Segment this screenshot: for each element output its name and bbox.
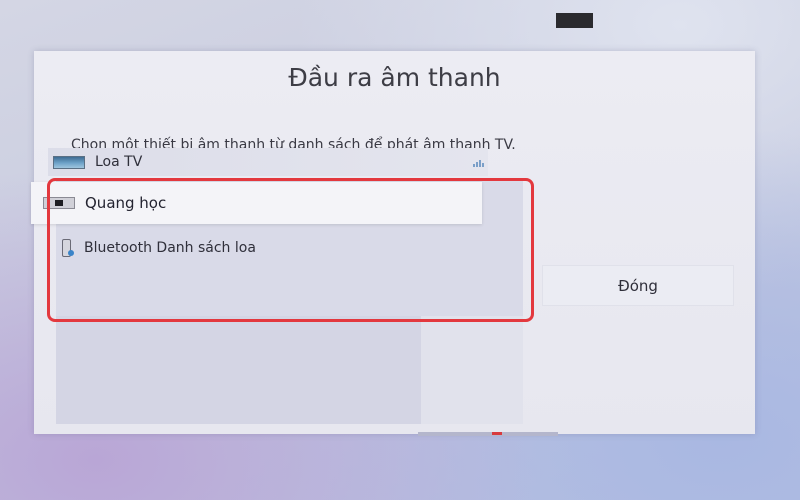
signal-bars-icon bbox=[473, 157, 484, 167]
device-item-label: Bluetooth Danh sách loa bbox=[84, 240, 256, 256]
device-item-optical[interactable]: Quang học bbox=[31, 182, 482, 224]
top-status-indicator bbox=[556, 13, 593, 28]
device-item-label: Loa TV bbox=[95, 154, 143, 170]
bottom-red-indicator bbox=[492, 432, 502, 435]
device-item-tv-speaker[interactable]: Loa TV bbox=[48, 148, 488, 176]
dialog-title: Đầu ra âm thanh bbox=[288, 63, 501, 92]
optical-port-icon bbox=[43, 197, 75, 209]
close-button[interactable]: Đóng bbox=[542, 265, 734, 306]
device-list-panel-lower bbox=[56, 316, 421, 424]
device-item-label: Quang học bbox=[85, 194, 167, 212]
device-list-panel-lower-right bbox=[421, 316, 523, 424]
bottom-edge-strip bbox=[418, 432, 558, 436]
device-item-bluetooth[interactable]: Bluetooth Danh sách loa bbox=[60, 234, 480, 262]
tv-speaker-icon bbox=[53, 155, 85, 169]
bluetooth-speaker-icon bbox=[60, 239, 74, 257]
